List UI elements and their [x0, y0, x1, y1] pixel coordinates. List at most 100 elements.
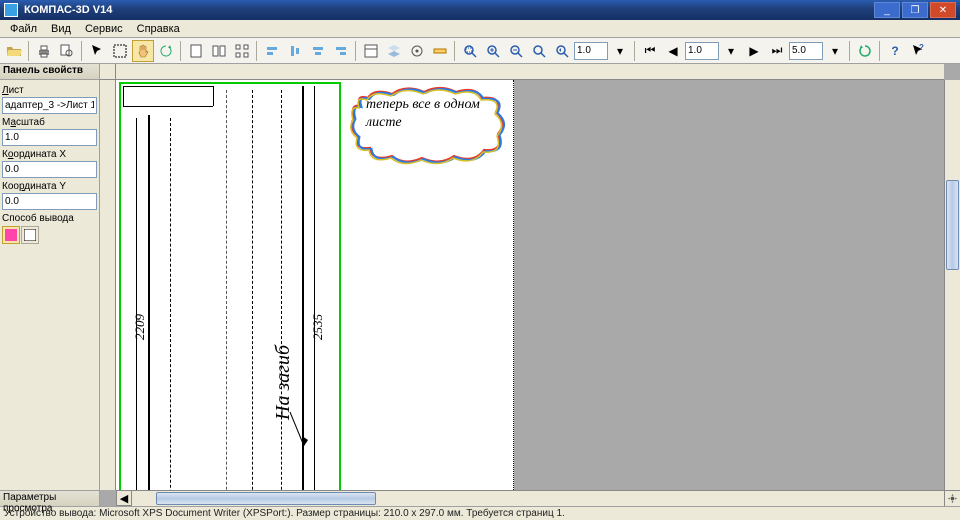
output-mode-label: Способ вывода: [2, 213, 97, 224]
panel-title: Панель свойств: [0, 64, 99, 80]
snap-icon[interactable]: [406, 40, 428, 62]
align-left-icon[interactable]: [261, 40, 283, 62]
drawing-dashed: [170, 118, 171, 490]
viewport[interactable]: 2209 2535 На загиб теперь все в одном ли…: [116, 80, 944, 490]
ruler-left: [100, 80, 116, 490]
rotate-icon[interactable]: [155, 40, 177, 62]
dim-text-2535: 2535: [310, 314, 326, 340]
maximize-button[interactable]: ❐: [902, 2, 928, 18]
drawing-line: [213, 86, 214, 106]
canvas-area: 2209 2535 На загиб теперь все в одном ли…: [100, 64, 960, 506]
separator: [28, 41, 30, 61]
grid-icon[interactable]: [231, 40, 253, 62]
scroll-nav-left-icon[interactable]: ◀: [116, 490, 132, 506]
drawing-line: [123, 106, 213, 107]
align-right-icon[interactable]: [330, 40, 352, 62]
svg-text:?: ?: [919, 43, 924, 52]
coordy-label: Координата Y: [2, 181, 97, 192]
text-na-zagib: На загиб: [272, 345, 295, 420]
nav-prev-icon[interactable]: ◀: [662, 40, 684, 62]
refresh-icon[interactable]: [854, 40, 876, 62]
scrollbar-horizontal[interactable]: [116, 490, 944, 506]
zoom-in-icon[interactable]: [482, 40, 504, 62]
zoom-out-icon[interactable]: [505, 40, 527, 62]
separator: [634, 41, 636, 61]
page: 2209 2535 На загиб теперь все в одном ли…: [116, 80, 514, 490]
nav-next-icon[interactable]: ▶: [743, 40, 765, 62]
step-input[interactable]: [789, 42, 823, 60]
drawing-line: [148, 115, 150, 490]
props-icon[interactable]: [360, 40, 382, 62]
page-edge: [513, 80, 514, 490]
menu-view[interactable]: Вид: [45, 22, 77, 36]
scale-input[interactable]: [685, 42, 719, 60]
cursor-icon[interactable]: [86, 40, 108, 62]
page-pair-icon[interactable]: [208, 40, 230, 62]
toolbar: ▾ ⏮ ◀ ▾ ▶ ⏭ ▾ ? ?: [0, 38, 960, 64]
scroll-nav-corner-icon[interactable]: [944, 490, 960, 506]
preview-icon[interactable]: [56, 40, 78, 62]
zoom-window-icon[interactable]: [459, 40, 481, 62]
dim-line: [136, 118, 137, 490]
app-title: КОМПАС-3D V14: [24, 4, 874, 16]
sheet-select[interactable]: адаптер_3 ->Лист 1: [2, 97, 97, 114]
dropdown-icon[interactable]: ▾: [824, 40, 846, 62]
drawing-dashed: [252, 90, 253, 490]
separator: [849, 41, 851, 61]
dropdown-icon[interactable]: ▾: [720, 40, 742, 62]
ruler-corner: [100, 64, 116, 80]
separator: [256, 41, 258, 61]
separator: [879, 41, 881, 61]
separator: [355, 41, 357, 61]
hand-icon[interactable]: [132, 40, 154, 62]
select-frame-icon[interactable]: [109, 40, 131, 62]
dim-line: [314, 86, 315, 490]
layers-icon[interactable]: [383, 40, 405, 62]
titlebar: КОМПАС-3D V14 _ ❐ ✕: [0, 0, 960, 20]
nav-last-icon[interactable]: ⏭: [766, 40, 788, 62]
menu-service[interactable]: Сервис: [79, 22, 129, 36]
align-h-icon[interactable]: [284, 40, 306, 62]
minimize-button[interactable]: _: [874, 2, 900, 18]
separator: [81, 41, 83, 61]
drawing-line: [123, 86, 213, 87]
menubar: Файл Вид Сервис Справка: [0, 20, 960, 38]
align-v-icon[interactable]: [307, 40, 329, 62]
zoom-fit-icon[interactable]: [528, 40, 550, 62]
status-bar: Устройство вывода: Microsoft XPS Documen…: [0, 506, 960, 520]
open-icon[interactable]: [3, 40, 25, 62]
menu-file[interactable]: Файл: [4, 22, 43, 36]
nav-first-icon[interactable]: ⏮: [639, 40, 661, 62]
ruler-top: [116, 64, 944, 80]
coordx-label: Координата X: [2, 149, 97, 160]
scrollbar-vertical[interactable]: [944, 80, 960, 490]
close-button[interactable]: ✕: [930, 2, 956, 18]
zoom-prev-icon[interactable]: [551, 40, 573, 62]
output-mode-mono[interactable]: [21, 226, 39, 244]
scroll-thumb-h[interactable]: [156, 492, 376, 505]
dropdown-icon[interactable]: ▾: [609, 40, 631, 62]
zoom-input[interactable]: [574, 42, 608, 60]
separator: [454, 41, 456, 61]
drawing-dashed: [281, 90, 282, 490]
output-mode-color[interactable]: [2, 226, 20, 244]
scale-select[interactable]: 1.0: [2, 129, 97, 146]
app-icon: [4, 3, 18, 17]
print-icon[interactable]: [33, 40, 55, 62]
scale-label: Масштаб: [2, 117, 97, 128]
properties-panel: Панель свойств ЛЛистист адаптер_3 ->Лист…: [0, 64, 100, 506]
drawing-line: [123, 86, 124, 106]
context-help-icon[interactable]: ?: [907, 40, 929, 62]
scroll-thumb-v[interactable]: [946, 180, 959, 270]
dim-text-2209: 2209: [132, 314, 148, 340]
panel-tab-preview-params[interactable]: Параметры просмотра: [0, 490, 99, 506]
page-fit-icon[interactable]: [185, 40, 207, 62]
coordx-input[interactable]: [2, 161, 97, 178]
menu-help[interactable]: Справка: [131, 22, 186, 36]
help-icon[interactable]: ?: [884, 40, 906, 62]
coordy-input[interactable]: [2, 193, 97, 210]
annotation-text: теперь все в одном листе: [366, 96, 506, 132]
status-text: Устройство вывода: Microsoft XPS Documen…: [4, 508, 565, 519]
ruler-icon[interactable]: [429, 40, 451, 62]
drawing-centerline: [226, 90, 227, 490]
